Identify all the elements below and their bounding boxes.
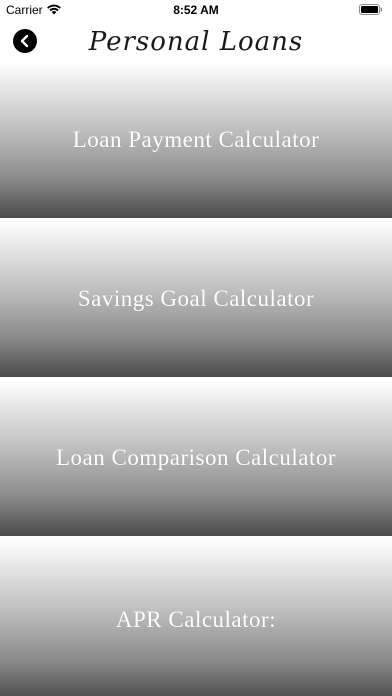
loan-comparison-calculator-button[interactable]: Loan Comparison Calculator xyxy=(0,380,392,536)
battery-icon xyxy=(359,4,383,15)
menu-item-label: Loan Comparison Calculator xyxy=(56,445,336,470)
calculator-menu: Loan Payment Calculator Savings Goal Cal… xyxy=(0,62,392,696)
nav-bar: Personal Loans xyxy=(0,22,392,62)
page-title: Personal Loans xyxy=(88,27,304,57)
savings-goal-calculator-button[interactable]: Savings Goal Calculator xyxy=(0,221,392,377)
menu-item-label: Savings Goal Calculator xyxy=(77,286,315,311)
status-bar: Carrier 8:52 AM xyxy=(0,0,392,22)
apr-calculator-button[interactable]: APR Calculator: xyxy=(0,539,392,696)
menu-item-label: Loan Payment Calculator xyxy=(72,127,320,152)
status-time: 8:52 AM xyxy=(173,3,219,17)
loan-payment-calculator-button[interactable]: Loan Payment Calculator xyxy=(0,62,392,218)
screen: Carrier 8:52 AM Personal Loans Loan Paym… xyxy=(0,0,392,696)
menu-item-label: APR Calculator: xyxy=(115,607,277,632)
